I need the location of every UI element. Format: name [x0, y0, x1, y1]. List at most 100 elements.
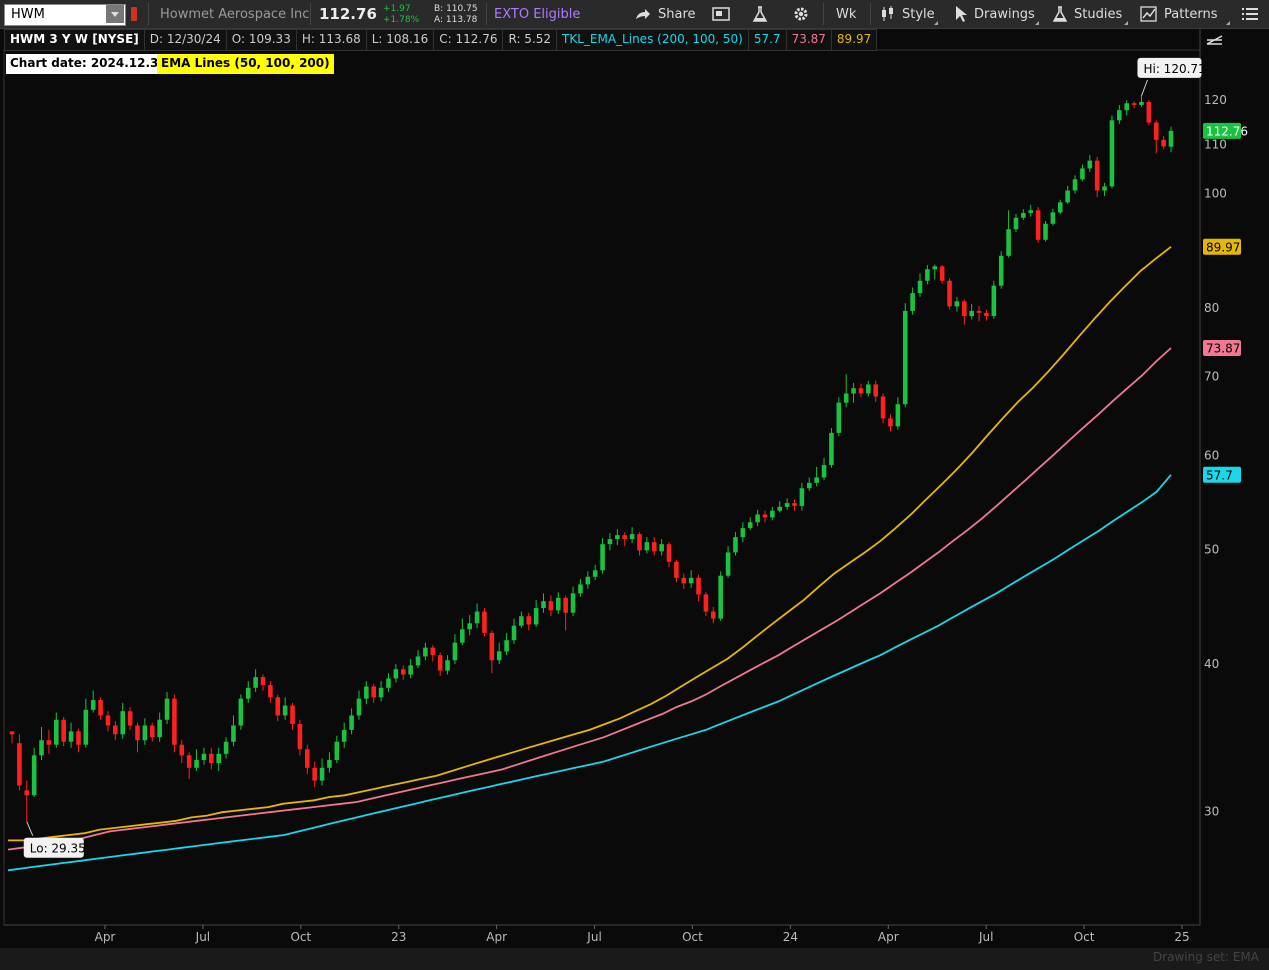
candle-body [186, 755, 192, 768]
candle-body [829, 432, 834, 466]
candle-body [223, 741, 229, 754]
candle-body [1117, 110, 1122, 121]
candle-body [910, 293, 915, 311]
candle-body [68, 731, 74, 742]
candle-body [711, 611, 716, 619]
study-name[interactable]: TKL_EMA_Lines (200, 100, 50) [556, 29, 748, 51]
candle-body [541, 601, 546, 609]
candle-body [268, 685, 273, 698]
y-tick-label: 70 [1204, 370, 1219, 384]
candle-body [1146, 101, 1152, 123]
candle-body [674, 561, 679, 578]
candle-body [90, 700, 96, 710]
ema100-value: 73.87 [785, 29, 831, 51]
candle-body [651, 542, 657, 552]
candle-body [806, 482, 812, 489]
ohlc-range: R: 5.52 [502, 29, 557, 51]
candle-body [585, 576, 591, 585]
candle-body [563, 597, 568, 613]
candle-body [76, 731, 81, 745]
status-bar: Drawing set: EMA [0, 948, 1269, 970]
ohlc-high: H: 113.68 [295, 29, 366, 51]
candle-body [172, 698, 177, 745]
ohlc-close: C: 112.76 [433, 29, 503, 51]
candle-body [504, 640, 509, 652]
candle-body [799, 488, 805, 506]
candle-body [984, 312, 989, 317]
candle-body [83, 709, 89, 745]
candle-body [1109, 120, 1115, 187]
candle-body [991, 285, 997, 317]
candle-body [519, 616, 524, 626]
x-tick-label: Oct [290, 930, 311, 944]
candle-body [740, 528, 746, 538]
candle-body [179, 744, 185, 756]
x-tick-label: 24 [783, 930, 798, 944]
candle-body [762, 514, 768, 518]
x-tick-label: Jul [978, 930, 993, 944]
candle-body [349, 715, 354, 730]
candle-body [998, 255, 1004, 286]
candle-body [39, 740, 44, 756]
candle-body [356, 698, 362, 716]
ema50-badge-text: 89.97 [1206, 240, 1240, 254]
candle-body [430, 647, 436, 656]
candle-body [209, 753, 214, 764]
candle-body [1080, 168, 1085, 180]
candle-body [1161, 139, 1166, 147]
candle-body [954, 301, 960, 307]
candle-body [725, 552, 731, 576]
candle-body [135, 725, 140, 741]
candle-body [1131, 103, 1137, 105]
candle-body [297, 724, 303, 750]
candle-body [275, 697, 281, 716]
chart-settings-icon[interactable] [1206, 35, 1223, 45]
candle-body [496, 651, 502, 661]
candle-body [9, 731, 15, 735]
drawing-set-label[interactable]: Drawing set: EMA [1153, 950, 1259, 964]
candle-body [157, 719, 162, 738]
candle-body [482, 611, 487, 633]
candle-body [666, 544, 672, 562]
candle-body [415, 656, 421, 666]
candle-body [969, 310, 974, 317]
candle-body [1028, 210, 1034, 213]
candle-body [688, 577, 694, 584]
candle-body [511, 625, 517, 641]
candle-body [437, 655, 443, 671]
candle-body [1168, 130, 1174, 147]
candle-body [777, 506, 783, 511]
candle-body [290, 705, 295, 725]
candle-body [260, 677, 266, 686]
candle-body [460, 629, 465, 643]
candle-body [637, 534, 642, 551]
candle-body [858, 388, 864, 394]
candle-body [1139, 101, 1144, 105]
candle-body [888, 418, 893, 427]
candle-body [1035, 210, 1041, 240]
candle-body [24, 790, 30, 796]
candle-body [1006, 229, 1011, 256]
candle-body [555, 597, 561, 611]
candle-body [1124, 103, 1129, 111]
last-price-badge-text: 112.76 [1206, 124, 1248, 138]
candle-body [659, 544, 664, 552]
candle-body [245, 687, 251, 699]
candle-body [622, 535, 628, 540]
candle-body [378, 687, 384, 698]
x-tick-label: 23 [391, 930, 406, 944]
candle-body [533, 608, 539, 625]
candle-body [489, 632, 495, 661]
candle-body [98, 700, 103, 716]
candle-body [445, 660, 450, 671]
plot-area [3, 49, 1201, 926]
candle-body [334, 741, 340, 760]
candle-body [851, 388, 856, 394]
price-chart[interactable]: 30 40 50 60 70 80 100 110 120 Apr Jul Oct 23 Apr Jul Oc… [0, 0, 1269, 948]
candle-body [17, 743, 22, 786]
candle-body [821, 465, 827, 478]
candle-body [570, 593, 576, 613]
candle-body [312, 767, 317, 781]
candle-body [371, 686, 377, 698]
candle-body [600, 544, 605, 571]
